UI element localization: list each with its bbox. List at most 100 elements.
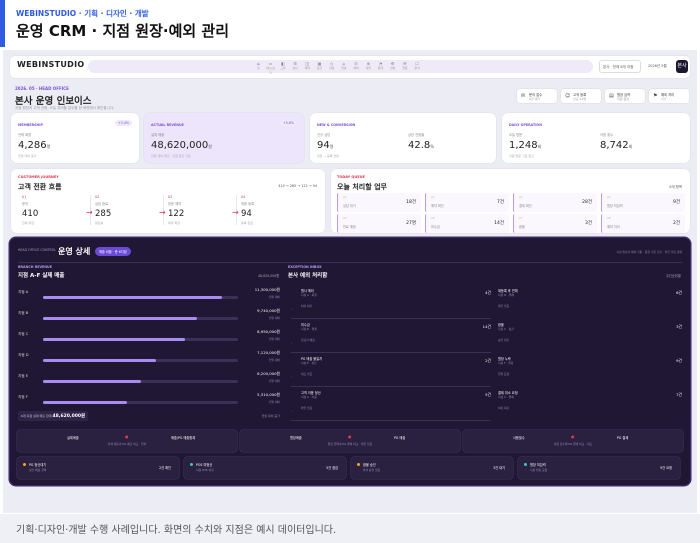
exception-item[interactable]: 원장 누락 지점 F · 원장 입력 요청 9건 [498, 356, 682, 390]
kpi-label: 전체 회원 [18, 133, 32, 137]
branch-row[interactable]: 지점 B 9,740,000원 전월 대비 [18, 305, 280, 325]
nav-item[interactable]: ⌂ 원장 [338, 61, 349, 72]
revenue-bar-track [43, 380, 238, 383]
arrow-right-icon: → [159, 208, 166, 217]
exception-branch: 지점 C · 정산 [498, 327, 514, 331]
nav-item[interactable]: ☷ 예외 [351, 61, 362, 72]
quick-action-button[interactable]: ☺ 고객 등록 신규 12명 [561, 89, 601, 103]
stage-number: 03 [168, 195, 173, 199]
exception-branch: 지점 D · 결제 [498, 293, 515, 297]
branch-row[interactable]: 지점 E 6,200,000원 전월 대비 [18, 368, 280, 388]
user-button[interactable]: 본사 [676, 60, 688, 73]
app-logo[interactable]: WEBINSTUDIO [17, 60, 85, 69]
tile-index: 01 [343, 195, 347, 199]
revenue-bar [43, 380, 141, 383]
kpi-badge: +3.4% [114, 120, 132, 126]
nav-item[interactable]: ⊕ 직원 [363, 61, 374, 72]
branch-row[interactable]: 지점 D 7,120,000원 전월 대비 [18, 347, 280, 367]
nav-item[interactable]: ☰ 상담 [290, 61, 301, 72]
kpi-daily: DAILY OPERATION 오늘 방문 1,248회 이용 횟수 8,742… [502, 113, 690, 163]
breadcrumb: WEBINSTUDIO · 기획 · 디자인 · 개발 [16, 9, 149, 18]
revenue-bar [43, 338, 186, 341]
stage-number: 02 [95, 195, 100, 199]
queue-tile[interactable]: 07 환불 3건 [513, 214, 597, 233]
detail-pill[interactable]: 매출 비율 · 총 6지점 [95, 247, 131, 256]
stage-label: 상담 완료 [95, 202, 109, 206]
branch-row[interactable]: 지점 C 8,950,000원 전월 대비 [18, 326, 280, 346]
quick-action-button[interactable]: ⚑ 예외 처리 7건 [649, 89, 689, 103]
status-sub: 지점 원장 요청 [530, 468, 548, 472]
compare-panel[interactable]: 실제매출 ● 매출/PG 매출합계 실제 매출과 PG 매출 비교 · 일치 [17, 430, 237, 452]
exception-sort[interactable]: 우선순위별 [666, 273, 681, 278]
compare-panel[interactable]: 사용횟수 ● PG 결제 이용 횟수와 PG 결제 비교 · 대조 [463, 430, 683, 452]
nav-item[interactable]: ✉ 알림 [399, 61, 410, 72]
nav-item[interactable]: ◔ 통계 [375, 61, 386, 72]
exception-item[interactable]: 환불 지점 C · 정산 승인 대기 3건 [498, 322, 682, 356]
expand-icon[interactable]: › [291, 307, 292, 311]
status-item[interactable]: PG 정산대기 정산 예정 금액 2건 확인 [17, 457, 179, 479]
status-item[interactable]: 환불 승인 본사 승인 필요 3건 대기 [351, 457, 513, 479]
exception-item[interactable]: › 미수금 지점 B · 결제 담당자 배정 14건 [291, 322, 491, 356]
kpi-conversion: NEW & CONVERSION 신규 상담 94명 상담 전환율 42.8% … [310, 113, 496, 163]
exception-item[interactable]: 재등록 후 연체 지점 D · 결제 확인 필요 6건 [498, 288, 682, 322]
branch-revenue: 11,300,000원 [254, 287, 280, 292]
divider [291, 318, 491, 319]
nav-item[interactable]: ⚙ 설정 [387, 61, 398, 72]
divider [291, 420, 491, 421]
branch-title: 지점 A-F 실제 매출 [18, 273, 65, 279]
branch-sub: 전월 대비 [268, 316, 280, 320]
nav-item[interactable]: ⌂ 홈 [253, 61, 264, 72]
journey-stage: → 02 상담 완료 285 응답률 [86, 195, 157, 229]
queue-tile[interactable]: 08 예외 처리 2건 [601, 214, 685, 233]
revenue-bar [43, 317, 198, 320]
branch-select[interactable]: 본사 · 전체 6개 지점 [599, 60, 641, 73]
exception-status: 대조 필요 [301, 372, 313, 376]
expand-icon[interactable]: › [291, 341, 292, 345]
queue-tile[interactable]: 01 상담 대기 18건 [337, 193, 421, 212]
queue-tile[interactable]: 04 원장 미입력 9건 [601, 193, 685, 212]
status-item[interactable]: POS 미정산 지점 POS 마감 5건 점검 [184, 457, 346, 479]
tile-label: 미수금 [431, 225, 440, 229]
nav-label: 원장 [341, 66, 347, 70]
tile-label: 원장 미입력 [607, 204, 623, 208]
nav-item[interactable]: ◫ 예약 [302, 61, 313, 72]
revenue-bar-track [43, 296, 238, 299]
compare-left: 원장매출 [290, 436, 302, 440]
branch-tag: BRANCH REVENUE [18, 265, 52, 269]
quick-action-button[interactable]: ✉ 문의 접수 6건 대기 [517, 89, 557, 103]
expand-icon[interactable]: › [291, 409, 292, 413]
quick-action-button[interactable]: ▤ 원장 입력 지점 원장 [605, 89, 645, 103]
nav-label: 통계 [377, 66, 384, 70]
expand-icon[interactable]: › [291, 375, 292, 379]
compare-panel[interactable]: 원장매출 ● PG 매출 원장 입력과 PG 결제 비교 · 확인 필요 [240, 430, 460, 452]
exception-item[interactable]: 결제 취소 요청 지점 C · 결제 처리 대기 7건 [498, 390, 682, 424]
queue-tile[interactable]: 02 예약 확인 7건 [425, 193, 509, 212]
exception-status: 확인 필요 [301, 406, 313, 410]
status-title: 원장 미입력 [530, 463, 546, 467]
exception-item[interactable]: › PG 매출 불일치 지점 E · 정산 대조 필요 2건 [291, 356, 491, 390]
nav-label: 예약 [304, 66, 310, 70]
queue-tile[interactable]: 03 결제 확인 28건 [513, 193, 597, 212]
exception-status: 입력 요청 [498, 372, 510, 376]
nav-label: 문서 [414, 66, 420, 70]
detail-note: 지점 원장과 예외 현황 · 동일 기준 합산 · 확인 필요 항목 [616, 250, 682, 254]
exception-status: 승인 대기 [498, 338, 510, 342]
queue-tile[interactable]: 05 만료 예정 27명 [337, 214, 421, 233]
quick-action-sub: 6건 대기 [529, 97, 541, 101]
date-select[interactable]: 2026년 5월 [645, 60, 673, 73]
queue-tile[interactable]: 06 미수금 14건 [425, 214, 509, 233]
nav-label: 지점 [329, 66, 335, 70]
nav-item[interactable]: ◇ 지점 [326, 61, 337, 72]
branch-row[interactable]: 지점 A 11,300,000원 전월 대비 [18, 284, 280, 304]
exception-item[interactable]: › 고객 이용 정산 지점 A · 이용 확인 필요 5건 [291, 390, 491, 424]
status-item[interactable]: 원장 미입력 지점 원장 요청 9건 요청 [518, 457, 680, 479]
branch-row[interactable]: 지점 F 5,310,000원 전월 대비 [18, 389, 280, 409]
nav-item[interactable]: ▦ 정산 [314, 61, 325, 72]
nav-item[interactable]: ▭ 대시 보드 [265, 61, 276, 74]
branch-name: 지점 C [18, 332, 29, 336]
tile-value: 3건 [584, 221, 592, 226]
nav-item[interactable]: ☐ 문서 [412, 61, 423, 72]
nav-item[interactable]: ◧ 고객 [277, 61, 288, 72]
exception-item[interactable]: › 원사 예외 지점 A · 회원 처리 대기 4건 [291, 288, 491, 322]
exception-branch: 지점 B · 결제 [301, 327, 317, 331]
